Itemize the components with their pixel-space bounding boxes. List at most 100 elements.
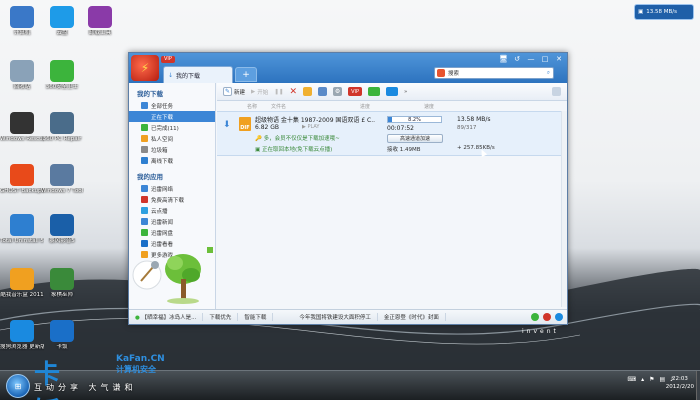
sidebar-section-apps[interactable]: 我的应用 — [129, 166, 215, 183]
sidebar-item-label: 垃圾箱 — [151, 147, 168, 154]
more-button[interactable]: » — [404, 89, 407, 95]
desktop-icon[interactable]: Windows 7 Tool — [40, 164, 84, 195]
network-icon[interactable]: ▤ — [659, 376, 665, 383]
status-download-priority[interactable]: 下载优先 — [203, 313, 239, 321]
pause-button[interactable]: ❚❚ — [274, 89, 283, 95]
search-input[interactable]: 搜索 ⌕ — [434, 67, 554, 79]
play-link[interactable]: ▶ PLAY — [302, 124, 319, 130]
sidebar-item[interactable]: 已完成(11) — [129, 122, 215, 133]
col-progress[interactable]: 进度 — [360, 103, 370, 110]
view-toggle-icon[interactable] — [552, 87, 561, 96]
start-button[interactable]: ▶ 开始 — [251, 88, 268, 96]
status-headline-2[interactable]: 金正恩登《时代》封面 — [378, 313, 446, 321]
globe-icon[interactable] — [555, 313, 563, 321]
search-engine-icon — [437, 69, 445, 77]
status-smart-download[interactable]: 智能下载 — [238, 313, 274, 321]
sidebar-item-icon — [141, 229, 148, 236]
download-icon: ↓ — [168, 71, 174, 79]
screen-icon[interactable] — [318, 87, 328, 96]
watermark-slogan: 互动分享 大气谦和 — [34, 383, 137, 392]
sidebar-item[interactable]: 正在下载 — [129, 111, 215, 122]
start-button[interactable]: ⊞ — [6, 374, 30, 398]
search-icon[interactable]: ⌕ — [547, 70, 550, 77]
desktop-icon[interactable]: 暴风影音5 — [40, 214, 84, 245]
task-size: 6.82 GB — [255, 124, 280, 131]
desktop-icon[interactable]: 搜狗浏览器 更新版 — [0, 320, 44, 351]
folder-icon[interactable] — [303, 87, 313, 96]
sidebar-item[interactable]: 迅雷网盘 — [129, 227, 215, 238]
progress-bar: 8.2% — [387, 116, 442, 123]
vip-accel-icon[interactable]: VIP — [348, 87, 363, 96]
received-amount: 接收 1.49MB — [387, 147, 421, 153]
desktop-icon[interactable]: 计算机 — [0, 6, 44, 37]
new-task-label: 新建 — [234, 89, 246, 96]
desktop-icon[interactable]: 酷我音乐盒 2011 — [0, 268, 44, 299]
download-task-row[interactable]: ⬇ DIF 超级物语 金十集 1987-2009 国语双语 £ C... 6.8… — [217, 111, 567, 156]
flag-icon[interactable]: ⚑ — [649, 376, 654, 383]
desktop-icon[interactable]: 360 PC Repair — [40, 112, 84, 143]
close-button[interactable]: ✕ — [555, 55, 563, 63]
music-icon — [10, 268, 34, 290]
tab-my-downloads[interactable]: ↓ 我的下载 — [163, 66, 233, 83]
speed-widget[interactable]: ▣ 13.58 MB/s — [634, 4, 694, 20]
new-task-button[interactable]: ✎ 新建 — [223, 87, 245, 96]
col-speed[interactable]: 速度 — [424, 103, 434, 110]
toolbar: ✎ 新建 ▶ 开始 ❚❚ ✕ ⚙ VIP » — [217, 83, 567, 101]
location-icon[interactable] — [543, 313, 551, 321]
desktop-icon-label: 卸载工具 — [88, 30, 111, 36]
delete-button[interactable]: ✕ — [289, 87, 297, 97]
new-tab-button[interactable]: + — [235, 67, 257, 82]
settings-icon[interactable]: ⚙ — [333, 87, 343, 96]
desktop-icon-label: 计算机 — [13, 30, 31, 36]
green-accel-icon[interactable] — [368, 87, 381, 96]
sidebar-item[interactable]: 迅雷网络 — [129, 183, 215, 194]
status-headline-1[interactable]: 今年我国将铁建设大面积停工 — [293, 313, 378, 321]
taskbar-clock[interactable]: 22:03 2012/2/20 — [666, 375, 694, 391]
sidebar-item[interactable]: 免费高清下载 — [129, 194, 215, 205]
sidebar-item[interactable]: 云点播 — [129, 205, 215, 216]
file-type-icon: DIF — [239, 117, 251, 131]
sidebar-item-icon — [141, 157, 148, 164]
blue-accel-icon[interactable] — [386, 87, 399, 96]
desktop-icon[interactable]: Total Uninstall 5 — [0, 214, 44, 245]
refresh-icon[interactable]: ↺ — [513, 55, 521, 63]
desktop-icon[interactable]: 卸载工具 — [78, 6, 122, 37]
skin-icon[interactable]: 🖥 — [499, 55, 508, 63]
sidebar-item-icon — [141, 113, 148, 120]
sidebar-item[interactable]: 迅雷新闻 — [129, 216, 215, 227]
computer-icon — [10, 6, 34, 28]
sidebar-item-label: 云点播 — [151, 208, 168, 215]
vip-badge[interactable]: VIP — [161, 56, 175, 63]
task-list-scrollbar[interactable] — [561, 111, 567, 307]
desktop-icon[interactable]: 360安全卫士 — [40, 60, 84, 91]
sidebar-item[interactable]: 全部任务 — [129, 100, 215, 111]
invent-wallpaper-text: invent — [522, 328, 559, 335]
ghost-icon — [10, 164, 34, 186]
status-news-text: 【晒幸福】冰岛人是... — [141, 315, 197, 321]
high-speed-accel-button[interactable]: 高速通道加速 — [387, 134, 443, 143]
col-file[interactable]: 文件名 — [271, 103, 286, 110]
show-desktop-button[interactable] — [696, 371, 700, 400]
desktop-icon-label: Windows 7 Tool — [40, 188, 84, 194]
sidebar-item-icon — [141, 218, 148, 225]
sidebar-item-label: 免费高清下载 — [151, 197, 185, 204]
desktop-icon[interactable]: GHOST Backup Pro — [0, 164, 44, 195]
sidebar-item[interactable]: 私人空间 — [129, 133, 215, 144]
col-name[interactable]: 名称 — [247, 103, 257, 110]
desktop-icon[interactable]: 象棋巫师 — [40, 268, 84, 299]
desktop-icon[interactable]: Windows Rescue — [0, 112, 44, 143]
sidebar-item[interactable]: 垃圾箱 — [129, 144, 215, 155]
sidebar-section-downloads[interactable]: 我的下载 — [129, 83, 215, 100]
maximize-button[interactable]: □ — [541, 55, 549, 63]
keyboard-icon[interactable]: ⌨ — [627, 376, 636, 383]
desktop-icon[interactable]: 卡饭 — [40, 320, 84, 351]
sync-icon[interactable] — [531, 313, 539, 321]
clock-date: 2012/2/20 — [665, 384, 694, 390]
cloud-status-text: 正在取回本地(免下载云点播) — [261, 147, 333, 153]
desktop-icon[interactable]: 回收站 — [0, 60, 44, 91]
minimize-button[interactable]: — — [527, 55, 535, 63]
tray-arrow-icon[interactable]: ▴ — [641, 376, 644, 383]
vip-tip[interactable]: 🔑 多，会员不仅仅是下载加速哦~ — [255, 134, 340, 142]
status-news[interactable]: ● 【晒幸福】冰岛人是... — [129, 313, 204, 321]
sidebar-item[interactable]: 离线下载 — [129, 155, 215, 166]
